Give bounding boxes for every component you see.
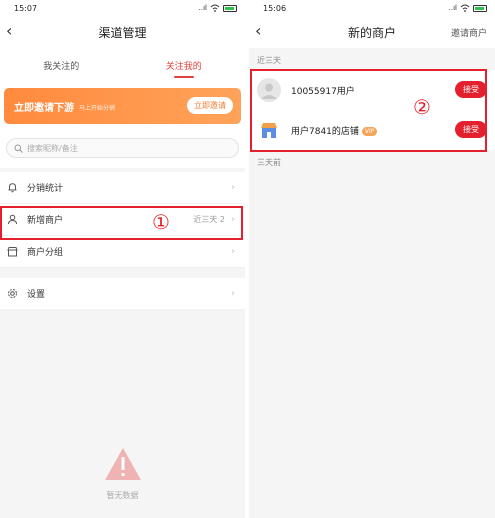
empty-state: 暂无数据 [0, 446, 245, 501]
menu-label: 分销统计 [27, 184, 64, 194]
chevron-right-icon: › [231, 288, 235, 299]
back-button[interactable]: ‹ [255, 22, 261, 40]
menu-item-merchant-groups[interactable]: 商户分组 › [0, 236, 245, 268]
tab-followers[interactable]: 关注我的 [123, 48, 246, 80]
signal-icon: ..ıl [448, 4, 457, 12]
menu-label: 设置 [27, 290, 46, 300]
menu-item-distribution-stats[interactable]: 分销统计 › [0, 172, 245, 204]
menu-list: 分销统计 › 新增商户 近三天 2 › 商户分组 › 设置 › [0, 172, 245, 310]
menu-label: 商户分组 [27, 248, 64, 258]
gear-icon [6, 288, 18, 300]
annotation-number-2: ② [413, 95, 431, 119]
menu-item-settings[interactable]: 设置 › [0, 278, 245, 310]
store-icon [6, 246, 18, 258]
invite-now-button[interactable]: 立即邀请 [187, 97, 233, 114]
status-time: 15:06 [263, 3, 287, 13]
search-icon [14, 144, 23, 153]
new-merchants-screen: 15:06 ..ıl ‹ 新的商户 邀请商户 近三天 10055917用户 接受 [249, 0, 495, 518]
page-title: 新的商户 [347, 25, 396, 40]
banner-subtitle: 马上开始分销 [79, 104, 116, 112]
tab-following[interactable]: 我关注的 [0, 48, 123, 80]
search-input[interactable]: 搜索昵称/备注 [6, 138, 239, 158]
signal-icon: ..ıl [198, 4, 207, 12]
wifi-icon [210, 4, 220, 12]
status-bar: 15:07 ..ıl [0, 0, 245, 16]
status-icons: ..ıl [199, 4, 237, 12]
battery-icon [473, 4, 487, 12]
search-placeholder: 搜索昵称/备注 [27, 143, 78, 153]
status-icons: ..ıl [449, 4, 487, 12]
invite-merchant-link[interactable]: 邀请商户 [451, 26, 487, 39]
status-bar: 15:06 ..ıl [249, 0, 495, 16]
highlight-box-merchants [250, 69, 487, 152]
nav-bar: ‹ 新的商户 邀请商户 [249, 16, 495, 48]
highlight-box-new-merchants [0, 206, 243, 240]
annotation-number-1: ① [152, 210, 170, 234]
nav-bar: ‹ 渠道管理 [0, 16, 245, 48]
section-label-recent: 近三天 [249, 48, 495, 70]
page-title: 渠道管理 [98, 25, 147, 40]
search-area: 搜索昵称/备注 [0, 130, 245, 168]
promo-area: 立即邀请下游 马上开始分销 立即邀请 [0, 80, 245, 130]
tab-bar: 我关注的 关注我的 [0, 48, 245, 80]
invite-banner[interactable]: 立即邀请下游 马上开始分销 立即邀请 [4, 88, 241, 124]
chevron-right-icon: › [231, 246, 235, 257]
empty-state-text: 暂无数据 [106, 491, 139, 500]
channel-management-screen: 15:07 ..ıl ‹ 渠道管理 我关注的 关注我的 立即邀请下游 马上开始分… [0, 0, 245, 518]
back-button[interactable]: ‹ [6, 22, 12, 40]
composite-screenshot: 15:07 ..ıl ‹ 渠道管理 我关注的 关注我的 立即邀请下游 马上开始分… [0, 0, 495, 518]
chevron-right-icon: › [231, 182, 235, 193]
wifi-icon [460, 4, 470, 12]
banner-title: 立即邀请下游 [14, 102, 74, 114]
bell-icon [6, 182, 18, 194]
section-label-older: 三天前 [249, 150, 495, 172]
menu-spacer [0, 268, 245, 278]
status-time: 15:07 [14, 3, 38, 13]
battery-icon [223, 4, 237, 12]
warning-icon [104, 448, 141, 480]
